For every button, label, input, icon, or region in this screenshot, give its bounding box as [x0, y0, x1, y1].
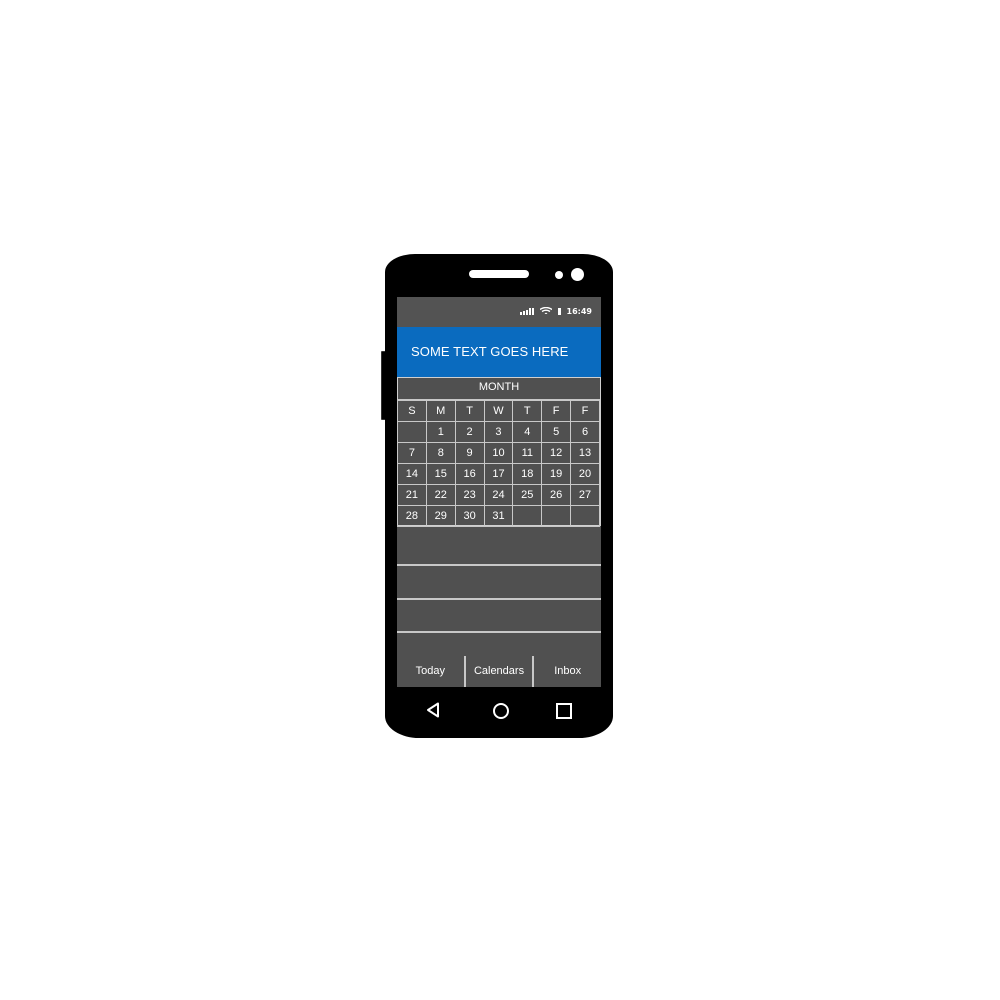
weekday-label: T: [512, 400, 543, 422]
day-cell[interactable]: 20: [570, 463, 600, 485]
home-icon[interactable]: [493, 703, 509, 719]
day-cell[interactable]: 5: [541, 421, 572, 443]
day-cell[interactable]: 4: [512, 421, 543, 443]
day-cell[interactable]: 11: [512, 442, 543, 464]
day-cell[interactable]: 29: [425, 505, 456, 527]
day-cell[interactable]: 27: [570, 484, 600, 506]
day-cell[interactable]: 16: [454, 463, 485, 485]
day-cell[interactable]: 21: [397, 484, 427, 506]
app-bar: SOME TEXT GOES HERE: [397, 327, 601, 377]
day-cell[interactable]: 15: [425, 463, 456, 485]
day-cell[interactable]: 13: [570, 442, 600, 464]
speaker-icon: [469, 270, 529, 278]
day-cell[interactable]: 23: [454, 484, 485, 506]
wifi-icon: [539, 307, 552, 314]
week-row: 1 2 3 4 5 6: [397, 421, 600, 443]
day-cell[interactable]: 1: [425, 421, 456, 443]
weekday-label: F: [570, 400, 600, 422]
tab-today[interactable]: Today: [397, 656, 464, 687]
day-cell[interactable]: 19: [541, 463, 572, 485]
day-cell[interactable]: 14: [397, 463, 427, 485]
day-cell[interactable]: [570, 505, 600, 527]
recent-apps-icon[interactable]: [556, 703, 572, 719]
week-row: 14 15 16 17 18 19 20: [397, 463, 600, 485]
bottom-tab-bar: Today Calendars Inbox: [397, 656, 601, 687]
day-cell[interactable]: 3: [483, 421, 514, 443]
back-icon[interactable]: [426, 702, 440, 718]
day-cell[interactable]: [397, 421, 427, 443]
day-cell[interactable]: 8: [425, 442, 456, 464]
month-label: MONTH: [398, 378, 600, 400]
day-cell[interactable]: 17: [483, 463, 514, 485]
camera-icon: [571, 268, 584, 281]
signal-icon: [519, 307, 534, 315]
weekday-label: W: [483, 400, 514, 422]
tab-calendars[interactable]: Calendars: [466, 656, 533, 687]
day-cell[interactable]: 9: [454, 442, 485, 464]
list-divider: [397, 564, 601, 566]
day-cell[interactable]: 26: [541, 484, 572, 506]
screen: 16:49 SOME TEXT GOES HERE MONTH S M T W …: [397, 297, 601, 687]
weekday-label: S: [397, 400, 427, 422]
day-cell[interactable]: 6: [570, 421, 600, 443]
weekday-header-row: S M T W T F F: [397, 400, 600, 422]
day-cell[interactable]: 24: [483, 484, 514, 506]
day-cell[interactable]: 10: [483, 442, 514, 464]
status-time: 16:49: [566, 306, 592, 316]
day-cell[interactable]: 25: [512, 484, 543, 506]
day-cell[interactable]: 12: [541, 442, 572, 464]
day-cell[interactable]: 30: [454, 505, 485, 527]
app-bar-title: SOME TEXT GOES HERE: [411, 344, 569, 359]
weekday-label: M: [425, 400, 456, 422]
weekday-label: T: [454, 400, 485, 422]
month-calendar: MONTH S M T W T F F 1 2 3 4 5 6 7 8 9 10…: [397, 377, 601, 527]
day-cell[interactable]: 7: [397, 442, 427, 464]
list-divider: [397, 598, 601, 600]
sensor-icon: [555, 271, 563, 279]
week-row: 21 22 23 24 25 26 27: [397, 484, 600, 506]
day-cell[interactable]: [512, 505, 543, 527]
weekday-label: F: [541, 400, 572, 422]
day-cell[interactable]: 18: [512, 463, 543, 485]
tab-inbox[interactable]: Inbox: [534, 656, 601, 687]
day-cell[interactable]: 31: [483, 505, 514, 527]
day-cell[interactable]: 2: [454, 421, 485, 443]
week-row: 28 29 30 31: [397, 505, 600, 527]
day-cell[interactable]: 22: [425, 484, 456, 506]
day-cell[interactable]: [541, 505, 572, 527]
navigation-bar: [397, 690, 601, 730]
day-cell[interactable]: 28: [397, 505, 427, 527]
battery-icon: [557, 307, 561, 315]
list-divider: [397, 631, 601, 633]
week-row: 7 8 9 10 11 12 13: [397, 442, 600, 464]
status-bar: 16:49: [397, 297, 601, 327]
